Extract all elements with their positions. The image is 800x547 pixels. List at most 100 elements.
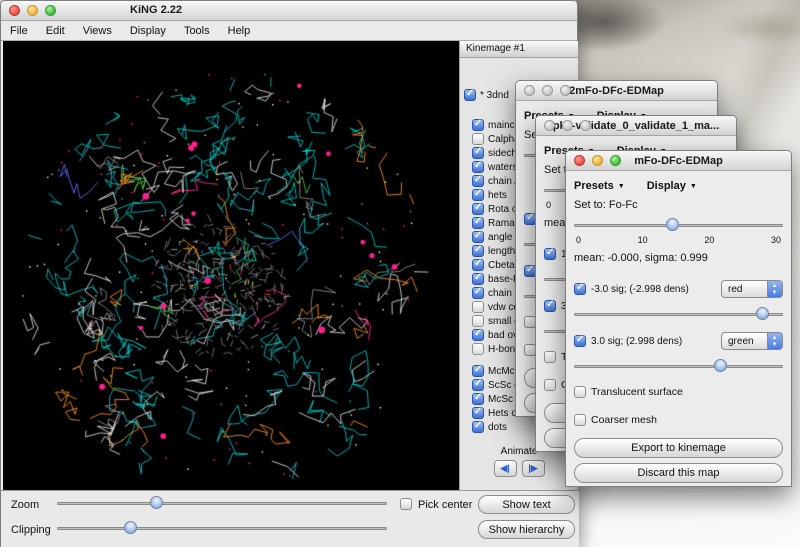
zoom-window-button[interactable] bbox=[560, 85, 571, 96]
kinemage-item-checkbox[interactable] bbox=[472, 217, 484, 229]
menu-help[interactable]: Help bbox=[219, 21, 260, 40]
translucent-checkbox[interactable] bbox=[574, 386, 586, 398]
kinemage-item-checkbox[interactable] bbox=[472, 287, 484, 299]
display-menu-label: Display bbox=[647, 180, 686, 192]
kinemage-item-checkbox[interactable] bbox=[472, 175, 484, 187]
kinemage-item-checkbox[interactable] bbox=[472, 259, 484, 271]
minimize-button[interactable] bbox=[27, 5, 38, 16]
menu-display[interactable]: Display bbox=[121, 21, 175, 40]
low-sigma-checkbox[interactable] bbox=[574, 283, 586, 295]
show-hierarchy-button[interactable]: Show hierarchy bbox=[478, 520, 575, 539]
animate-next-button[interactable]: |▶ bbox=[522, 460, 545, 477]
kinemage-item-checkbox[interactable] bbox=[472, 393, 484, 405]
zoom-window-button[interactable] bbox=[610, 155, 621, 166]
kinemage-item-checkbox[interactable] bbox=[472, 329, 484, 341]
high-sigma-label: 3.0 sig; (2.998 dens) bbox=[591, 336, 716, 347]
zoom-window-button[interactable] bbox=[580, 120, 591, 131]
low-color-popup[interactable]: red▲▼ bbox=[721, 280, 783, 298]
high-sigma-checkbox[interactable] bbox=[544, 300, 556, 312]
king-main-window: KiNG 2.22 File Edit Views Display Tools … bbox=[0, 0, 578, 547]
slider-track[interactable] bbox=[574, 365, 783, 368]
coarser-checkbox[interactable] bbox=[574, 414, 586, 426]
close-button[interactable] bbox=[9, 5, 20, 16]
pick-center-label: Pick center bbox=[418, 499, 472, 511]
pick-center-checkbox[interactable] bbox=[400, 498, 412, 510]
high-sigma-row: 3.0 sig; (2.998 dens) green▲▼ bbox=[574, 330, 783, 352]
kinemage-item-label: dots bbox=[488, 422, 507, 433]
high-sigma-checkbox[interactable] bbox=[574, 335, 586, 347]
animate-label: Animate bbox=[501, 446, 538, 457]
level-slider[interactable] bbox=[574, 217, 783, 233]
kinemage-item-checkbox[interactable] bbox=[472, 245, 484, 257]
discard-map-button[interactable]: Discard this map bbox=[574, 463, 783, 483]
chevron-down-icon: ▼ bbox=[618, 183, 625, 190]
kinemage-item-checkbox[interactable] bbox=[472, 119, 484, 131]
minimize-button[interactable] bbox=[542, 85, 553, 96]
chevron-down-icon: ▼ bbox=[690, 183, 697, 190]
kinemage-item-checkbox[interactable] bbox=[472, 161, 484, 173]
kinemage-item-checkbox[interactable] bbox=[472, 343, 484, 355]
low-sigma-slider[interactable] bbox=[574, 306, 783, 322]
close-button[interactable] bbox=[524, 85, 535, 96]
kinemage-item-label: * 3dnd bbox=[480, 90, 509, 101]
popup-arrows-icon: ▲▼ bbox=[770, 283, 779, 296]
kinemage-item-checkbox[interactable] bbox=[472, 301, 484, 313]
slider-ticks: 0102030 bbox=[576, 235, 781, 246]
kinemage-item-checkbox[interactable] bbox=[464, 89, 476, 101]
level-slider-thumb[interactable] bbox=[666, 218, 679, 231]
low-sigma-thumb[interactable] bbox=[756, 307, 769, 320]
kinemage-item-checkbox[interactable] bbox=[472, 365, 484, 377]
map-titlebar[interactable]: pka-validate_0_validate_1_ma... bbox=[536, 116, 736, 136]
minimize-button[interactable] bbox=[562, 120, 573, 131]
clipping-slider-thumb[interactable] bbox=[124, 521, 137, 534]
kinemage-item-checkbox[interactable] bbox=[472, 203, 484, 215]
kinemage-item-label: waters bbox=[488, 162, 517, 173]
menu-edit[interactable]: Edit bbox=[37, 21, 74, 40]
high-sigma-slider[interactable] bbox=[574, 358, 783, 374]
close-button[interactable] bbox=[574, 155, 585, 166]
slider-track[interactable] bbox=[57, 527, 387, 530]
kinemage-item-checkbox[interactable] bbox=[472, 273, 484, 285]
clipping-label: Clipping bbox=[11, 524, 51, 536]
high-color-popup[interactable]: green▲▼ bbox=[721, 332, 783, 350]
tick-label: 0 bbox=[576, 235, 581, 246]
kinemage-header[interactable]: Kinemage #1 bbox=[460, 41, 578, 58]
slider-track[interactable] bbox=[574, 313, 783, 316]
zoom-window-button[interactable] bbox=[45, 5, 56, 16]
menu-file[interactable]: File bbox=[1, 21, 37, 40]
set-to-label: Set to: Fo-Fc bbox=[574, 199, 783, 215]
coarser-checkbox[interactable] bbox=[544, 379, 556, 391]
minimize-button[interactable] bbox=[592, 155, 603, 166]
high-sigma-thumb[interactable] bbox=[714, 359, 727, 372]
low-sigma-checkbox[interactable] bbox=[544, 248, 556, 260]
zoom-slider-thumb[interactable] bbox=[150, 496, 163, 509]
kinemage-item-checkbox[interactable] bbox=[472, 379, 484, 391]
map-stats: mean: -0.000, sigma: 0.999 bbox=[574, 252, 783, 270]
close-button[interactable] bbox=[544, 120, 555, 131]
display-menu[interactable]: Display ▼ bbox=[647, 180, 697, 192]
menu-tools[interactable]: Tools bbox=[175, 21, 219, 40]
molecule-viewport[interactable] bbox=[3, 41, 459, 490]
kinemage-item-checkbox[interactable] bbox=[472, 189, 484, 201]
kinemage-item-checkbox[interactable] bbox=[472, 133, 484, 145]
translucent-checkbox[interactable] bbox=[544, 351, 556, 363]
map-titlebar[interactable]: mFo-DFc-EDMap bbox=[566, 151, 791, 171]
clipping-slider[interactable] bbox=[57, 520, 387, 536]
kinemage-item-checkbox[interactable] bbox=[472, 147, 484, 159]
low-sigma-row: -3.0 sig; (-2.998 dens) red▲▼ bbox=[574, 278, 783, 300]
slider-track[interactable] bbox=[57, 502, 387, 505]
kinemage-item-checkbox[interactable] bbox=[472, 407, 484, 419]
show-text-button[interactable]: Show text bbox=[478, 495, 575, 514]
presets-menu[interactable]: Presets▼ bbox=[574, 180, 625, 192]
coarser-row: Coarser mesh bbox=[574, 410, 783, 430]
menu-views[interactable]: Views bbox=[74, 21, 121, 40]
screen: KiNG 2.22 File Edit Views Display Tools … bbox=[0, 0, 800, 547]
kinemage-item-checkbox[interactable] bbox=[472, 421, 484, 433]
zoom-slider[interactable] bbox=[57, 495, 387, 511]
kinemage-item-checkbox[interactable] bbox=[472, 315, 484, 327]
map-titlebar[interactable]: 2mFo-DFc-EDMap bbox=[516, 81, 717, 101]
kinemage-item-checkbox[interactable] bbox=[472, 231, 484, 243]
export-to-kinemage-button[interactable]: Export to kinemage bbox=[574, 438, 783, 458]
main-titlebar[interactable]: KiNG 2.22 bbox=[1, 1, 577, 21]
animate-prev-button[interactable]: ◀| bbox=[494, 460, 517, 477]
